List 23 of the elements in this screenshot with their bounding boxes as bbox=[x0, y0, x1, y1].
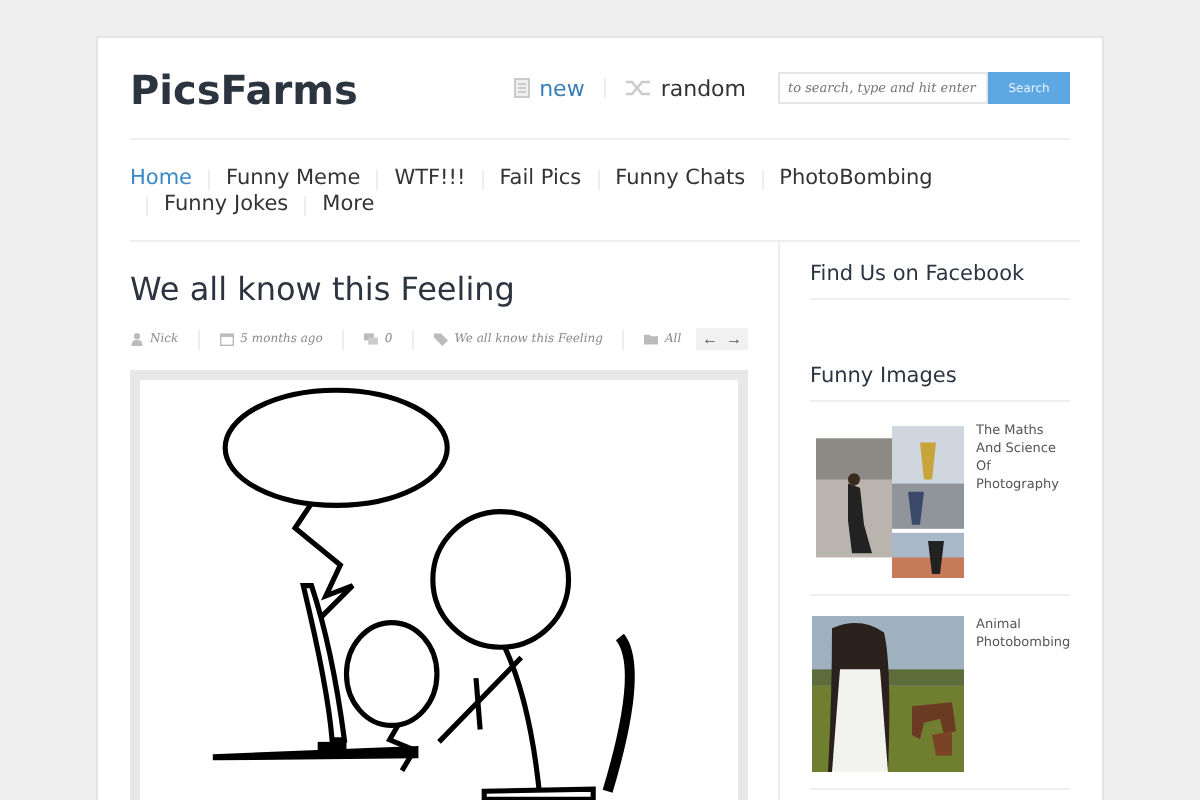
nav-link[interactable]: WTF!!! bbox=[394, 166, 466, 192]
nav-link[interactable]: Home bbox=[130, 166, 193, 192]
tag-icon bbox=[434, 332, 449, 346]
pager-button[interactable]: → bbox=[726, 330, 742, 348]
nav-link[interactable]: Funny Chats bbox=[615, 166, 746, 192]
post-title: We all know this Feeling bbox=[130, 270, 517, 308]
nav-link[interactable]: Funny Jokes bbox=[164, 192, 289, 218]
widget-title: Funny Images bbox=[810, 364, 1070, 402]
folder-icon bbox=[644, 332, 659, 346]
document-icon bbox=[513, 78, 530, 98]
widget-title: Find Us on Facebook bbox=[810, 262, 1070, 300]
nav-link[interactable]: PhotoBombing bbox=[779, 166, 933, 192]
calendar-icon bbox=[220, 332, 235, 346]
nav-link[interactable]: Fail Pics bbox=[499, 166, 582, 192]
header-link[interactable]: new bbox=[513, 75, 585, 101]
person-icon bbox=[130, 332, 144, 346]
shuffle-icon bbox=[626, 78, 651, 98]
pager-button[interactable]: ← bbox=[702, 330, 718, 348]
comment-icon bbox=[364, 332, 379, 346]
nav-link[interactable]: More bbox=[322, 192, 375, 218]
site-logo[interactable]: PicsFarms bbox=[130, 66, 358, 114]
header-link[interactable]: random bbox=[626, 75, 746, 101]
nav-link[interactable]: Funny Meme bbox=[226, 166, 361, 192]
